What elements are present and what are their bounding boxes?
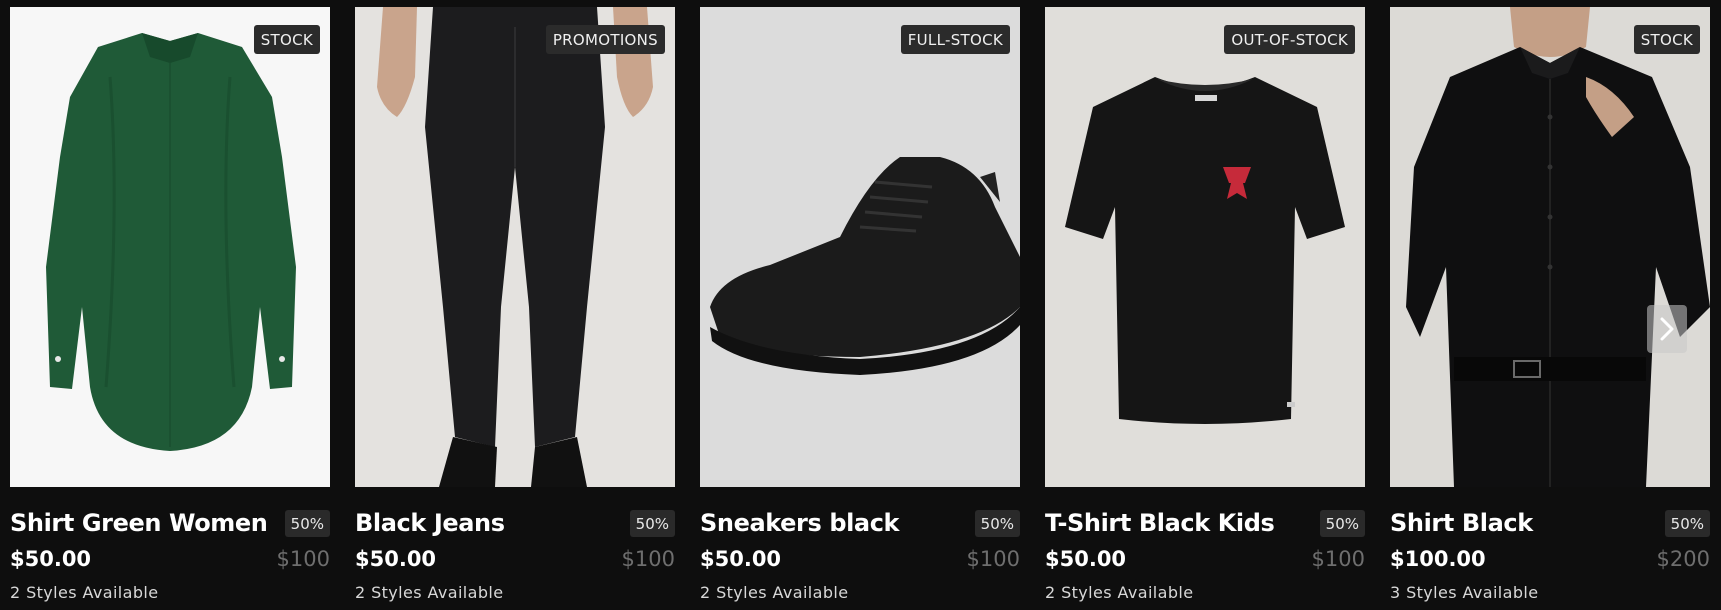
product-carousel: STOCK Shirt Green Women 50% $50.00 $100 … bbox=[0, 0, 1721, 610]
original-price: $200 bbox=[1656, 547, 1710, 571]
product-price: $50.00 bbox=[10, 547, 92, 571]
styles-available: 2 Styles Available bbox=[1045, 583, 1194, 602]
styles-available: 2 Styles Available bbox=[355, 583, 504, 602]
product-image[interactable]: PROMOTIONS bbox=[355, 7, 675, 487]
discount-badge: 50% bbox=[629, 509, 675, 537]
product-card[interactable]: PROMOTIONS Black Jeans 50% $50.00 $100 2… bbox=[355, 7, 675, 610]
styles-available: 2 Styles Available bbox=[10, 583, 159, 602]
product-price: $100.00 bbox=[1390, 547, 1486, 571]
product-name[interactable]: Shirt Green Women bbox=[10, 509, 268, 537]
product-name[interactable]: Black Jeans bbox=[355, 509, 505, 537]
out-of-stock-badge: OUT-OF-STOCK bbox=[1224, 25, 1355, 54]
original-price: $100 bbox=[1311, 547, 1365, 571]
product-price: $50.00 bbox=[1045, 547, 1127, 571]
black-sneaker-image bbox=[700, 7, 1020, 487]
product-price: $50.00 bbox=[700, 547, 782, 571]
product-name[interactable]: Sneakers black bbox=[700, 509, 900, 537]
black-tshirt-image bbox=[1045, 7, 1365, 487]
chevron-right-icon bbox=[1660, 317, 1674, 341]
original-price: $100 bbox=[276, 547, 330, 571]
product-price: $50.00 bbox=[355, 547, 437, 571]
product-name[interactable]: Shirt Black bbox=[1390, 509, 1533, 537]
styles-available: 3 Styles Available bbox=[1390, 583, 1539, 602]
black-shirt-image bbox=[1390, 7, 1710, 487]
product-image[interactable]: STOCK bbox=[10, 7, 330, 487]
stock-badge: STOCK bbox=[253, 25, 320, 54]
product-card[interactable]: OUT-OF-STOCK T-Shirt Black Kids 50% $50.… bbox=[1045, 7, 1365, 610]
original-price: $100 bbox=[966, 547, 1020, 571]
full-stock-badge: FULL-STOCK bbox=[900, 25, 1010, 54]
promotions-badge: PROMOTIONS bbox=[545, 25, 665, 54]
product-image[interactable]: FULL-STOCK bbox=[700, 7, 1020, 487]
product-card[interactable]: STOCK Shirt Green Women 50% $50.00 $100 … bbox=[10, 7, 330, 610]
discount-badge: 50% bbox=[284, 509, 330, 537]
product-image[interactable]: STOCK bbox=[1390, 7, 1710, 487]
discount-badge: 50% bbox=[974, 509, 1020, 537]
discount-badge: 50% bbox=[1319, 509, 1365, 537]
product-image[interactable]: OUT-OF-STOCK bbox=[1045, 7, 1365, 487]
styles-available: 2 Styles Available bbox=[700, 583, 849, 602]
discount-badge: 50% bbox=[1664, 509, 1710, 537]
product-name[interactable]: T-Shirt Black Kids bbox=[1045, 509, 1275, 537]
carousel-next-button[interactable] bbox=[1647, 305, 1687, 353]
product-card[interactable]: FULL-STOCK Sneakers black 50% $50.00 $10… bbox=[700, 7, 1020, 610]
black-jeans-image bbox=[355, 7, 675, 487]
stock-badge: STOCK bbox=[1633, 25, 1700, 54]
green-shirt-image bbox=[10, 7, 330, 487]
original-price: $100 bbox=[621, 547, 675, 571]
